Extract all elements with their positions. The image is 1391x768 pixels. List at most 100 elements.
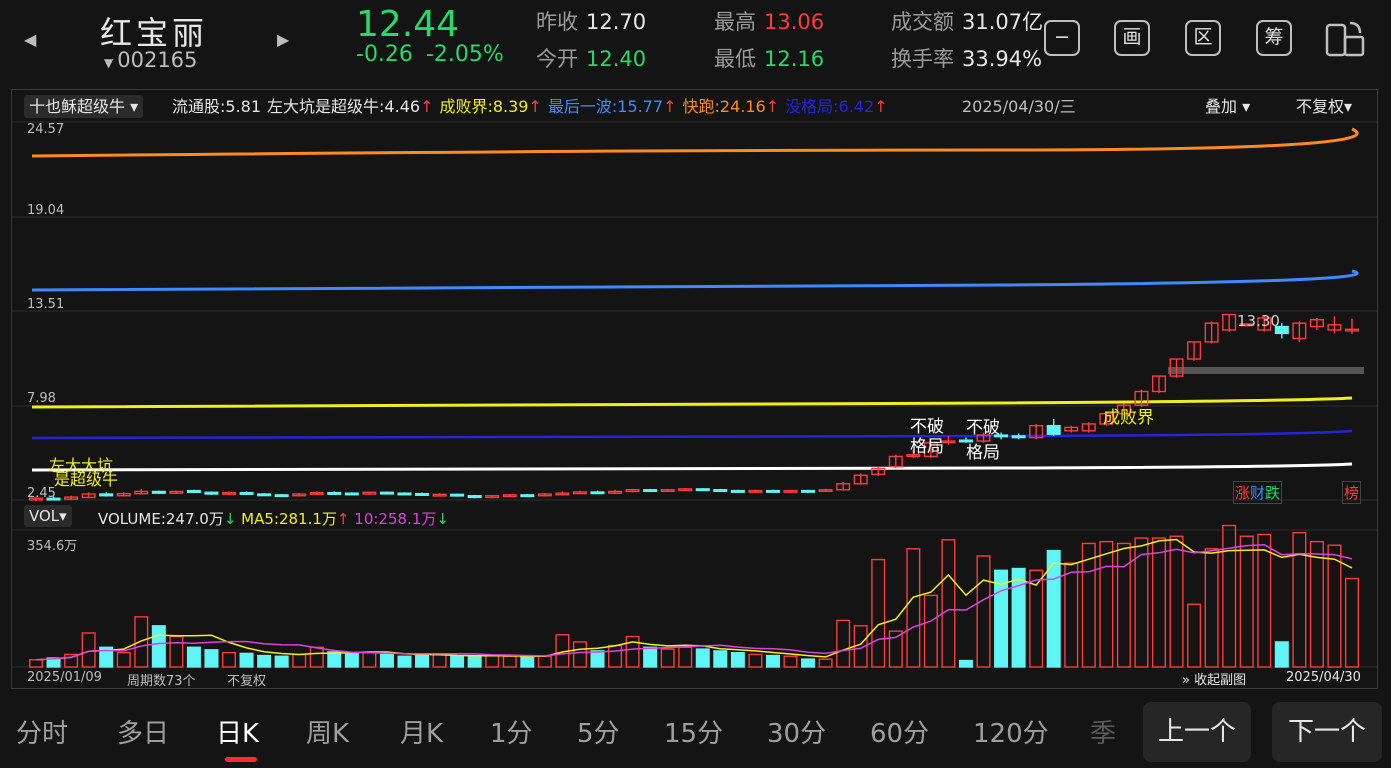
tab-120min[interactable]: 120分 [973,713,1049,750]
volume-bar [801,658,816,668]
candle [1327,316,1342,334]
candle [309,491,324,495]
candle [1187,341,1202,361]
candle [204,491,219,495]
volume-bar [1274,641,1289,668]
volume-bar [660,648,675,668]
collapse-label: 收起副图 [1194,673,1247,688]
arrow-down-icon: ↓ [223,510,237,528]
volume-bar [976,555,991,668]
volume-bar [923,594,938,668]
tab-15min[interactable]: 15分 [664,713,723,750]
candle [502,494,517,498]
candle [765,489,780,493]
volume-bar [1011,567,1026,668]
volume-bar [204,649,219,668]
tab-quarter[interactable]: 季 [1090,713,1116,750]
volume-bar [239,652,254,668]
tab-5min[interactable]: 5分 [577,713,620,750]
candle [590,490,605,495]
candle [485,494,500,499]
collapse-subchart-button[interactable]: » 收起副图 [1182,669,1246,688]
volume-bar [1344,577,1360,668]
candle [572,490,587,495]
volume-bar [1309,540,1324,668]
volume-bar [186,646,201,668]
volume-bar [169,635,184,668]
ma10-value: 10:258.1万 [354,510,437,528]
volume-bar [1064,562,1079,668]
kline-chart[interactable] [0,0,1391,700]
arrow-up-icon: ↑ [336,510,350,528]
candle [1344,318,1360,335]
volume-bar [695,648,710,668]
volume-bar [520,656,535,668]
candle [379,491,394,495]
volume-bar [1292,531,1307,668]
resistance-band [1168,367,1364,374]
volume-bar [730,651,745,668]
volume-bar [134,616,149,668]
candle [608,489,623,495]
annotation-left-pit-2: 是超级牛 [54,470,119,489]
candle [555,491,570,496]
volume-bar [608,644,623,668]
volume-bar [116,651,131,668]
annotation-geju-1: 格局 [910,437,944,457]
candle [783,489,798,493]
volume-bar [379,653,394,668]
prev-stock-button[interactable]: 上一个 [1143,702,1251,762]
candle [730,489,745,493]
volume-bar [415,654,430,668]
tab-duori[interactable]: 多日 [117,713,169,750]
volume-bar [1099,540,1114,668]
candle [432,493,447,497]
candle [221,491,237,495]
tab-fenshi[interactable]: 分时 [16,713,68,750]
candle [1151,375,1167,394]
volume-axis-max: 354.6万 [27,539,78,554]
candle [888,454,903,469]
tab-daily-k[interactable]: 日K [216,713,259,750]
candle [239,491,254,495]
tab-monthly-k[interactable]: 月K [400,713,443,750]
volume-selector[interactable]: VOL▾ [24,505,72,527]
double-chevron-down-icon: » [1182,673,1190,688]
tab-weekly-k[interactable]: 周K [306,713,349,750]
annotation-success-line: 成败界 [1103,408,1154,428]
candle [853,473,868,485]
start-date: 2025/01/09 [27,670,102,685]
next-stock-button[interactable]: 下一个 [1272,702,1382,762]
tag-group[interactable]: 涨财跌 [1233,481,1283,504]
candle [1046,418,1061,436]
tag-bang[interactable]: 榜 [1342,481,1362,504]
tab-1min[interactable]: 1分 [490,713,533,750]
kuaipao-line [31,127,1359,158]
candle [292,493,307,497]
tag-zhang: 涨 [1235,484,1251,502]
max-price-label: 13.30 [1237,312,1280,330]
candle [450,493,465,497]
candle [415,492,430,496]
volume-bar [713,650,728,668]
volume-bar [537,655,552,668]
volume-bar [590,650,605,668]
volume-value: VOLUME:247.0万 [98,510,224,528]
candle [169,490,184,495]
tab-60min[interactable]: 60分 [870,713,929,750]
candle [344,492,359,496]
zuidakeng-line [31,462,1353,472]
volume-bar [643,646,658,668]
candle [64,495,79,500]
candle [678,488,693,492]
active-tab-indicator [225,757,257,762]
tab-30min[interactable]: 30分 [767,713,826,750]
bottom-adjust: 不复权 [227,674,267,689]
volume-bar [397,655,412,668]
volume-bar [1116,542,1131,668]
volume-bar [1169,535,1184,668]
volume-bar [765,654,780,668]
volume-bar [625,635,640,668]
ma10-line [35,543,1353,661]
candle [748,489,763,493]
